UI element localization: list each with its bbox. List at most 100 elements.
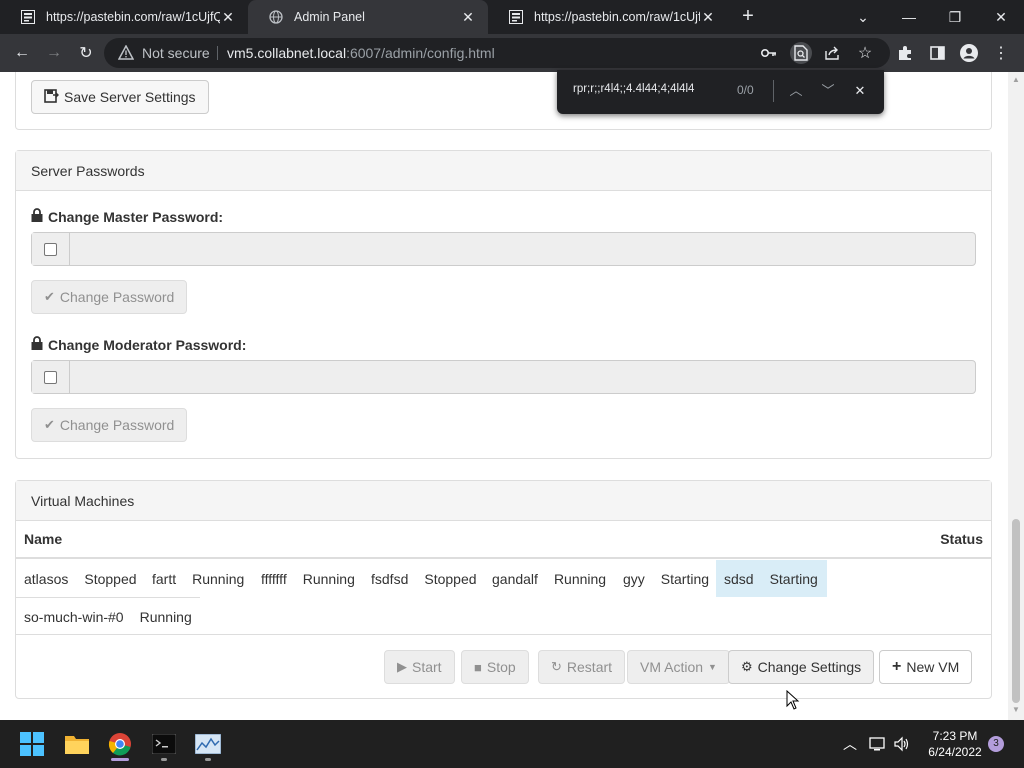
forward-icon[interactable]: → xyxy=(43,42,65,64)
vm-row[interactable]: gandalf Running xyxy=(484,560,614,597)
file-explorer-icon[interactable] xyxy=(61,728,93,760)
page-scrollbar[interactable]: ▲ ▼ xyxy=(1008,72,1024,720)
url-host: vm5.collabnet.local xyxy=(227,45,347,61)
find-input[interactable]: rpr;r;;r4l4;;4.4l44;4;4l4l4 xyxy=(573,83,694,95)
save-icon xyxy=(44,88,59,106)
scroll-up-icon[interactable]: ▲ xyxy=(1012,76,1020,84)
stop-vm-button[interactable]: ■ Stop xyxy=(461,650,529,684)
restore-icon[interactable]: ❐ xyxy=(932,0,978,34)
running-app-indicator xyxy=(205,758,211,761)
security-label[interactable]: Not secure xyxy=(142,45,210,61)
col-name-header: Name xyxy=(24,531,63,547)
master-password-input[interactable] xyxy=(70,233,975,265)
master-password-checkbox-addon xyxy=(32,233,70,265)
tab-admin-panel[interactable]: Admin Panel ✕ xyxy=(248,0,488,34)
check-icon: ✔ xyxy=(44,289,55,304)
tab-search-icon[interactable]: ⌄ xyxy=(840,0,886,34)
browser-toolbar: ← → ↻ Not secure vm5.collabnet.local:600… xyxy=(0,34,1024,72)
moderator-password-input[interactable] xyxy=(70,361,975,393)
reload-icon[interactable]: ↻ xyxy=(75,42,97,64)
change-settings-button[interactable]: ⚙ Change Settings xyxy=(728,650,875,684)
vm-name: so-much-win-#0 xyxy=(24,608,124,625)
notification-badge[interactable]: 3 xyxy=(988,736,1004,752)
close-tab-icon[interactable]: ✕ xyxy=(700,9,716,26)
col-status-header: Status xyxy=(940,531,983,547)
clock-time: 7:23 PM xyxy=(932,729,978,743)
vm-name: fffffff xyxy=(261,570,287,587)
bookmark-star-icon[interactable]: ☆ xyxy=(854,42,876,64)
label-text: Change Moderator Password: xyxy=(48,336,247,353)
vm-status: Running xyxy=(192,570,245,587)
vm-name: atlasos xyxy=(24,570,69,587)
start-vm-button[interactable]: ▶ Start xyxy=(384,650,455,684)
play-icon: ▶ xyxy=(397,659,407,674)
vm-status: Running xyxy=(553,570,607,587)
vm-row[interactable]: gyy Starting xyxy=(615,560,717,597)
side-panel-icon[interactable] xyxy=(926,42,948,64)
tab-title: https://pastebin.com/raw/1cUjfQ xyxy=(534,10,700,24)
url-text[interactable]: vm5.collabnet.local:6007/admin/config.ht… xyxy=(227,45,495,61)
tab-pastebin-1[interactable]: https://pastebin.com/raw/1cUjfQ ✕ xyxy=(0,0,248,34)
tab-title: Admin Panel xyxy=(294,10,365,24)
profile-icon[interactable] xyxy=(958,42,980,64)
back-icon[interactable]: ← xyxy=(11,42,33,64)
close-tab-icon[interactable]: ✕ xyxy=(460,9,476,26)
pastebin-icon xyxy=(20,9,36,25)
page-viewport: Save Server Settings Server Passwords Ch… xyxy=(0,72,1008,720)
vm-action-dropdown[interactable]: VM Action ▼ xyxy=(627,650,730,684)
restart-vm-button[interactable]: ↻ Restart xyxy=(538,650,626,684)
close-tab-icon[interactable]: ✕ xyxy=(220,9,236,26)
extensions-icon[interactable] xyxy=(894,42,916,64)
terminal-icon[interactable] xyxy=(148,728,180,761)
change-master-password-button[interactable]: ✔ Change Password xyxy=(31,280,188,314)
master-password-checkbox[interactable] xyxy=(44,242,57,256)
button-label: New VM xyxy=(906,659,960,675)
plus-icon: + xyxy=(892,658,902,675)
tab-pastebin-2[interactable]: https://pastebin.com/raw/1cUjfQ ✕ xyxy=(488,0,728,34)
share-icon[interactable] xyxy=(822,42,844,64)
vm-status: Starting xyxy=(769,570,818,587)
find-previous-icon[interactable]: ︿ xyxy=(787,82,805,100)
new-tab-icon[interactable]: + xyxy=(737,6,759,28)
vm-name: gandalf xyxy=(492,570,538,587)
gear-icon: ⚙ xyxy=(741,659,753,674)
scrollbar-thumb[interactable] xyxy=(1012,519,1020,703)
find-in-page-icon[interactable] xyxy=(790,42,812,64)
chrome-icon[interactable] xyxy=(104,728,136,761)
tab-strip: https://pastebin.com/raw/1cUjfQ ✕ Admin … xyxy=(0,0,1024,34)
system-clock[interactable]: 7:23 PM 6/24/2022 xyxy=(920,728,990,760)
vm-row[interactable]: fsdfsd Stopped xyxy=(363,560,485,597)
minimize-icon[interactable]: — xyxy=(886,0,932,34)
resource-monitor-icon[interactable] xyxy=(192,728,224,761)
save-server-settings-button[interactable]: Save Server Settings xyxy=(31,80,209,114)
scroll-down-icon[interactable]: ▼ xyxy=(1012,706,1020,714)
moderator-password-checkbox[interactable] xyxy=(44,370,57,384)
vm-row[interactable]: fffffff Running xyxy=(253,560,363,597)
vm-row-selected[interactable]: sdsd Starting xyxy=(716,560,827,597)
moderator-password-label: Change Moderator Password: xyxy=(31,336,246,353)
volume-icon[interactable] xyxy=(886,728,918,760)
vm-name: gyy xyxy=(623,570,645,587)
lock-icon xyxy=(31,336,43,353)
vm-row[interactable]: fartt Running xyxy=(144,560,252,597)
caret-down-icon: ▼ xyxy=(708,662,717,672)
windows-start-icon[interactable] xyxy=(16,728,48,760)
panel-heading: Server Passwords xyxy=(16,151,991,191)
change-moderator-password-button[interactable]: ✔ Change Password xyxy=(31,408,188,442)
menu-icon[interactable]: ⋮ xyxy=(990,42,1012,64)
save-button-label: Save Server Settings xyxy=(64,89,196,105)
new-vm-button[interactable]: + New VM xyxy=(879,650,973,684)
vm-name: sdsd xyxy=(724,570,754,587)
vm-row[interactable]: so-much-win-#0 Running xyxy=(16,598,200,635)
lock-icon xyxy=(31,208,43,225)
table-bottom-border xyxy=(16,634,991,635)
find-next-icon[interactable]: ﹀ xyxy=(819,82,837,100)
close-window-icon[interactable]: ✕ xyxy=(978,0,1024,34)
key-icon[interactable] xyxy=(758,42,780,64)
button-label: Change Settings xyxy=(757,659,862,675)
stop-icon: ■ xyxy=(474,659,482,675)
globe-icon xyxy=(268,9,284,25)
button-label: VM Action xyxy=(640,659,704,675)
warning-icon[interactable] xyxy=(117,44,135,65)
close-find-icon[interactable]: ✕ xyxy=(851,82,869,100)
